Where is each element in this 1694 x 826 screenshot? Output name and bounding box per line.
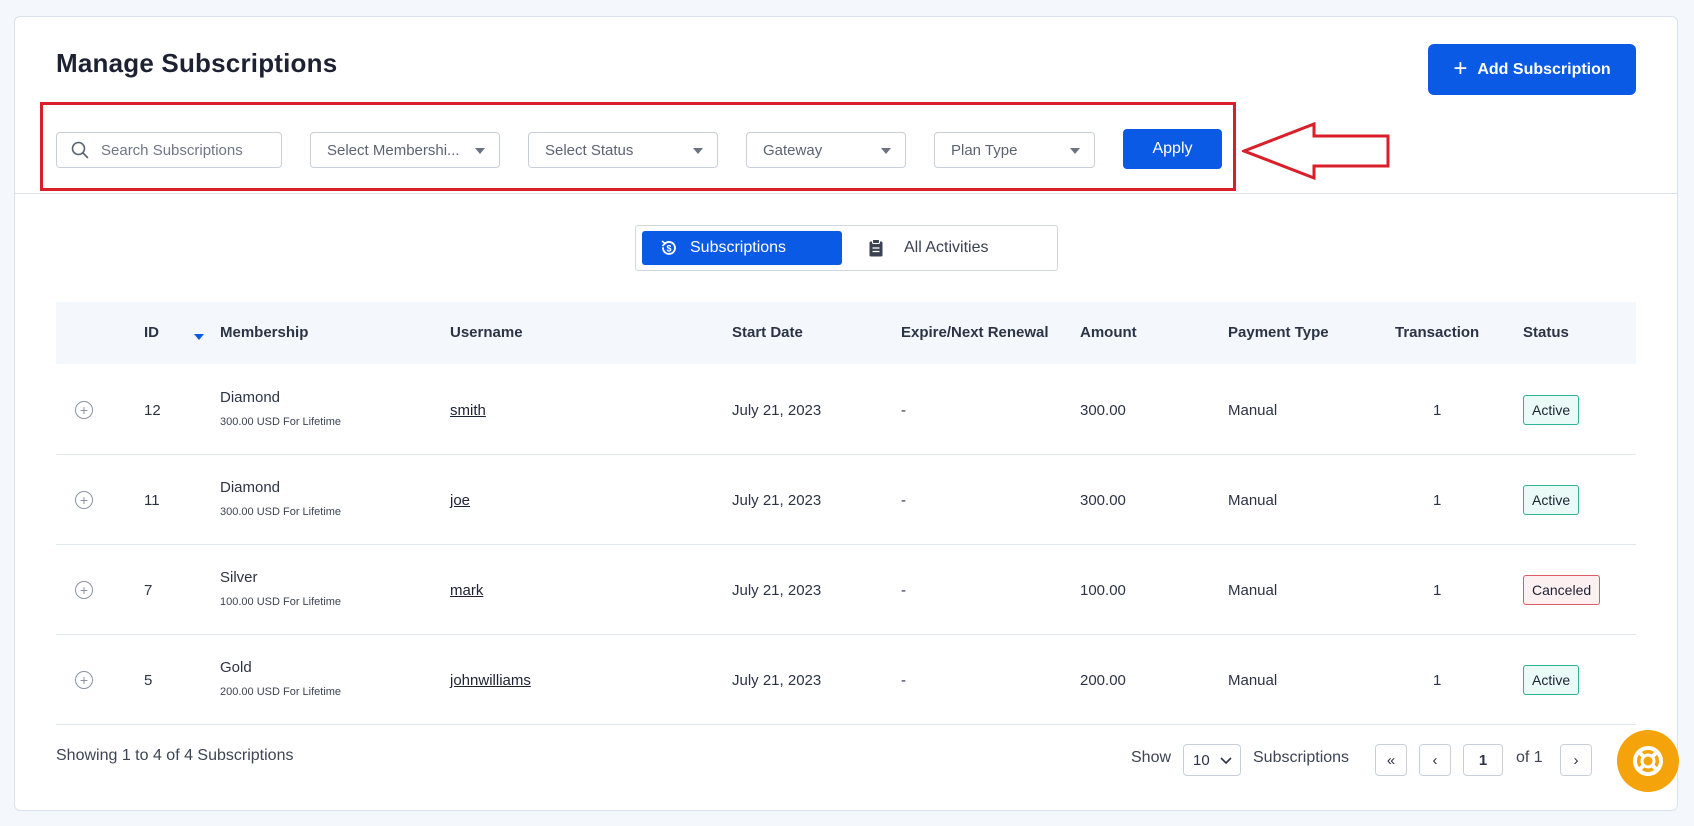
row-payment-type: Manual: [1228, 492, 1278, 509]
expand-row-icon[interactable]: +: [75, 491, 93, 509]
status-badge: Active: [1523, 395, 1580, 425]
row-divider: [56, 634, 1636, 635]
plus-icon: +: [1453, 54, 1468, 82]
row-username-link[interactable]: mark: [450, 582, 483, 599]
row-plan-detail: 200.00 USD For Lifetime: [220, 686, 342, 698]
row-divider: [56, 454, 1636, 455]
tab-all-activities[interactable]: All Activities: [868, 231, 1048, 265]
row-start-date: July 21, 2023: [732, 672, 822, 689]
row-plan-name: Diamond: [220, 479, 281, 496]
expand-row-icon[interactable]: +: [75, 581, 93, 599]
view-tabs: $ Subscriptions All Activities: [635, 225, 1058, 271]
row-plan-detail: 300.00 USD For Lifetime: [220, 416, 342, 428]
expand-row-icon[interactable]: +: [75, 401, 93, 419]
row-id: 11: [144, 492, 160, 509]
column-header-status: Status: [1523, 324, 1569, 341]
row-divider: [56, 724, 1636, 725]
column-header-transaction: Transaction: [1395, 324, 1480, 341]
show-label: Show: [1131, 749, 1172, 766]
lifebuoy-icon: [1633, 746, 1663, 776]
row-plan-name: Diamond: [220, 389, 281, 406]
prev-page-button[interactable]: ‹: [1419, 744, 1451, 776]
row-transaction: 1: [1433, 672, 1442, 689]
row-amount: 200.00: [1080, 672, 1126, 689]
status-badge: Active: [1523, 665, 1580, 695]
page-title: Manage Subscriptions: [56, 48, 338, 78]
column-header-expire: Expire/Next Renewal: [901, 324, 1049, 341]
row-id: 12: [144, 402, 161, 419]
row-username-link[interactable]: smith: [450, 402, 486, 419]
row-username-link[interactable]: joe: [450, 492, 470, 509]
row-divider: [56, 544, 1636, 545]
status-badge: Canceled: [1523, 575, 1601, 605]
add-subscription-label: Add Subscription: [1477, 60, 1611, 78]
add-subscription-button[interactable]: + Add Subscription: [1428, 44, 1636, 95]
expand-row-icon[interactable]: +: [75, 671, 93, 689]
row-transaction: 1: [1433, 582, 1442, 599]
tab-all-activities-label: All Activities: [904, 239, 989, 256]
svg-text:$: $: [666, 244, 671, 254]
row-plan-name: Silver: [220, 569, 258, 586]
row-plan-detail: 300.00 USD For Lifetime: [220, 506, 342, 518]
next-page-button[interactable]: ›: [1560, 744, 1592, 776]
row-expire: -: [901, 582, 906, 599]
row-start-date: July 21, 2023: [732, 492, 822, 509]
per-page-value: 10: [1193, 751, 1210, 769]
tab-subscriptions[interactable]: $ Subscriptions: [642, 231, 842, 265]
chevron-down-icon: [1220, 757, 1232, 765]
row-payment-type: Manual: [1228, 402, 1278, 419]
column-header-amount: Amount: [1080, 324, 1137, 341]
row-amount: 300.00: [1080, 402, 1126, 419]
annotation-highlight-box: [40, 102, 1236, 191]
row-start-date: July 21, 2023: [732, 582, 822, 599]
row-transaction: 1: [1433, 402, 1442, 419]
per-page-select[interactable]: 10: [1183, 744, 1241, 776]
column-header-id[interactable]: ID: [144, 324, 159, 341]
row-plan-detail: 100.00 USD For Lifetime: [220, 596, 342, 608]
column-header-username: Username: [450, 324, 523, 341]
row-plan-name: Gold: [220, 659, 252, 676]
row-expire: -: [901, 672, 906, 689]
subscription-cycle-icon: $: [661, 240, 676, 255]
row-start-date: July 21, 2023: [732, 402, 822, 419]
page-number-input[interactable]: 1: [1463, 744, 1503, 776]
tab-subscriptions-label: Subscriptions: [690, 239, 787, 256]
help-support-button[interactable]: [1617, 730, 1679, 792]
column-header-start-date: Start Date: [732, 324, 803, 341]
clipboard-icon: [869, 239, 883, 257]
row-id: 5: [144, 672, 153, 689]
row-transaction: 1: [1433, 492, 1442, 509]
per-page-suffix: Subscriptions: [1253, 749, 1350, 766]
row-id: 7: [144, 582, 153, 599]
annotation-arrow-icon: [1242, 122, 1390, 181]
row-payment-type: Manual: [1228, 582, 1278, 599]
column-header-payment-type: Payment Type: [1228, 324, 1329, 341]
row-amount: 100.00: [1080, 582, 1126, 599]
row-payment-type: Manual: [1228, 672, 1278, 689]
row-amount: 300.00: [1080, 492, 1126, 509]
first-page-button[interactable]: «: [1375, 744, 1407, 776]
sort-desc-icon[interactable]: [194, 334, 204, 340]
row-expire: -: [901, 492, 906, 509]
row-expire: -: [901, 402, 906, 419]
page-total-label: of 1: [1516, 749, 1543, 766]
section-divider: [15, 193, 1677, 194]
status-badge: Active: [1523, 485, 1580, 515]
results-summary: Showing 1 to 4 of 4 Subscriptions: [56, 747, 294, 764]
column-header-membership: Membership: [220, 324, 309, 341]
row-username-link[interactable]: johnwilliams: [450, 672, 531, 689]
